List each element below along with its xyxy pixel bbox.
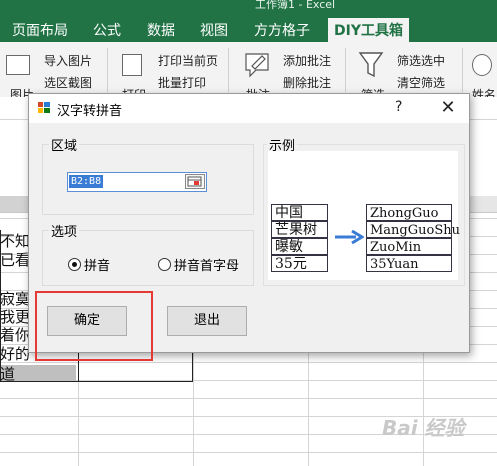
dialog-title: 汉字转拼音 (57, 104, 123, 119)
example-output-cell: MangGuoShu (366, 221, 460, 238)
tab-data[interactable]: 数据 (147, 20, 175, 40)
example-input-cell: 曝敏 (271, 238, 328, 255)
print-current-page-button[interactable]: 打印当前页 (158, 52, 218, 69)
range-input[interactable]: B2:B8 (67, 172, 207, 192)
option-pinyin-label[interactable]: 拼音 (84, 255, 110, 274)
tab-formulas[interactable]: 公式 (93, 20, 121, 40)
dialog-title-bar: 汉字转拼音 ? ✕ (29, 94, 469, 123)
highlight-box (35, 291, 153, 361)
printer-icon[interactable] (122, 54, 142, 76)
filter-funnel-icon[interactable] (358, 50, 384, 80)
table-border (0, 230, 1, 382)
cell-b[interactable]: 好的 (0, 343, 30, 364)
ribbon-separator (345, 48, 346, 92)
tab-fangfang[interactable]: 方方格子 (254, 20, 310, 40)
table-border (192, 348, 193, 382)
option-initials-label[interactable]: 拼音首字母 (174, 255, 239, 274)
excel-title-bar: 工作簿1 - Excel (0, 0, 497, 12)
exit-button[interactable]: 退出 (167, 306, 247, 336)
screenshot-area-button[interactable]: 选区截图 (44, 74, 92, 91)
table-border (0, 381, 193, 382)
options-label: 选项 (49, 221, 80, 240)
ribbon-separator (228, 48, 229, 92)
example-output-cell: ZuoMin (366, 238, 452, 255)
example-input-cell: 中国 (271, 204, 328, 221)
arrow-right-icon (335, 230, 364, 244)
cell-b[interactable]: 着你 (0, 324, 30, 345)
ribbon: 导入图片 选区截图 图片 打印当前页 批量打印 打印 添加批注 删除批注 批注 … (0, 42, 497, 102)
help-icon[interactable]: ? (395, 99, 402, 115)
example-input-cell: 35元 (271, 255, 328, 272)
watermark: Bai 经验 (382, 416, 465, 440)
ribbon-separator (107, 48, 108, 92)
ribbon-separator (462, 48, 463, 92)
pinyin-dialog: 汉字转拼音 ? ✕ 区域 B2:B8 选项 拼音 拼音首字母 确定 退出 示例 … (28, 93, 470, 361)
delete-comment-button[interactable]: 删除批注 (283, 74, 331, 91)
region-label: 区域 (49, 135, 80, 154)
example-input-cell: 芒果树 (271, 221, 328, 238)
example-output-cell: 35Yuan (366, 255, 452, 272)
app-icon (38, 102, 50, 113)
picture-icon[interactable] (6, 55, 30, 75)
batch-print-button[interactable]: 批量打印 (158, 74, 206, 91)
tab-view[interactable]: 视图 (200, 20, 228, 40)
range-picker-icon (187, 176, 202, 187)
example-panel: 中国 芒果树 曝敏 35元 ZhongGuo MangGuoShu ZuoMin… (268, 151, 460, 280)
tab-page-layout[interactable]: 页面布局 (12, 20, 68, 40)
comment-pencil-icon[interactable] (243, 50, 273, 78)
range-select-button[interactable] (185, 174, 205, 189)
radio-initials[interactable] (158, 258, 171, 271)
add-comment-button[interactable]: 添加批注 (283, 52, 331, 69)
cell-b[interactable]: 已看 (0, 249, 30, 270)
example-output-cell: ZhongGuo (366, 204, 452, 221)
excel-window-title: 工作簿1 - Excel (255, 0, 336, 11)
filter-selected-button[interactable]: 筛选选中 (397, 52, 445, 69)
ribbon-tabs: 页面布局 公式 数据 视图 方方格子 DIY工具箱 (0, 12, 497, 46)
close-icon[interactable]: ✕ (434, 96, 462, 120)
radio-selected-dot (72, 262, 77, 267)
radio-pinyin[interactable] (68, 258, 81, 271)
range-value: B2:B8 (69, 175, 104, 188)
insert-picture-button[interactable]: 导入图片 (44, 52, 92, 69)
cell-b[interactable]: 不知 (0, 230, 30, 251)
person-icon[interactable] (472, 54, 492, 76)
clear-filter-button[interactable]: 清空筛选 (397, 74, 445, 91)
